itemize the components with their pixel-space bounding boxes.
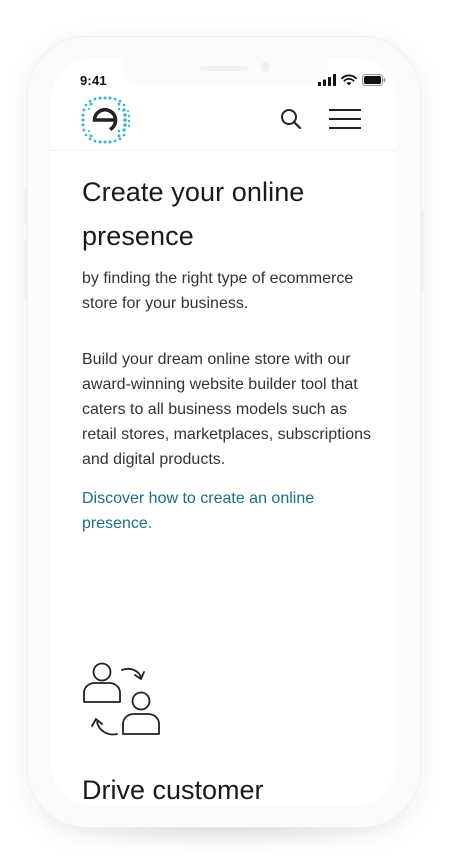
battery-icon	[362, 74, 386, 86]
menu-line	[329, 127, 361, 129]
cellular-signal-icon	[318, 74, 336, 86]
status-icons	[318, 73, 386, 87]
ecommerce-e-logo[interactable]	[78, 93, 130, 145]
page-subtitle: by finding the right type of ecommerce s…	[82, 270, 354, 312]
site-header	[51, 88, 396, 151]
section-title: Drive customer	[82, 775, 264, 805]
customers-exchange-icon	[83, 662, 160, 736]
hamburger-menu-icon[interactable]	[326, 107, 364, 131]
page-title: Create your online presence	[82, 177, 305, 251]
status-time: 9:41	[80, 73, 107, 88]
menu-line	[329, 118, 361, 120]
wifi-icon	[341, 74, 357, 86]
phone-notch	[123, 57, 328, 85]
phone-camera	[260, 62, 270, 72]
menu-line	[329, 109, 361, 111]
phone-side-button	[24, 190, 28, 224]
stage: 9:41 Create your online presence by find…	[0, 0, 450, 863]
search-icon[interactable]	[278, 106, 304, 132]
body-paragraph: Build your dream online store with our a…	[82, 351, 371, 468]
phone-speaker	[200, 66, 248, 71]
discover-link[interactable]: Discover how to create an online presenc…	[82, 486, 382, 536]
phone-side-button	[420, 210, 424, 290]
main-content: Create your online presence by finding t…	[82, 170, 382, 536]
phone-side-button	[24, 240, 28, 298]
